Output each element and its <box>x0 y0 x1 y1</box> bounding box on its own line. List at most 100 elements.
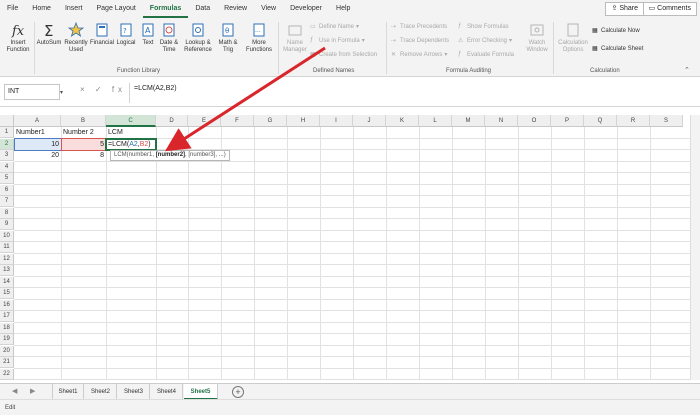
formula-input[interactable]: =LCM(A2,B2) <box>129 83 683 103</box>
collapse-ribbon-icon[interactable]: ⌃ <box>684 66 690 74</box>
financial-button[interactable]: Financial <box>89 22 115 47</box>
tab-help[interactable]: Help <box>329 0 357 18</box>
row-header-20[interactable]: 20 <box>0 345 14 357</box>
row-header-10[interactable]: 10 <box>0 230 14 242</box>
math-trig-button[interactable]: θ Math & Trig <box>214 22 242 54</box>
column-header-o[interactable]: O <box>518 115 551 127</box>
column-header-n[interactable]: N <box>485 115 518 127</box>
chevron-down-icon[interactable]: ▾ <box>60 89 63 96</box>
row-header-18[interactable]: 18 <box>0 322 14 334</box>
name-box[interactable]: INT <box>4 84 60 100</box>
lookup-reference-button[interactable]: Lookup & Reference <box>182 22 214 54</box>
column-header-q[interactable]: Q <box>584 115 617 127</box>
row-header-16[interactable]: 16 <box>0 299 14 311</box>
tab-review[interactable]: Review <box>217 0 254 18</box>
formula-bar-buttons[interactable]: × ✓ fx <box>80 85 126 94</box>
add-sheet-button[interactable]: + <box>232 386 244 398</box>
row-header-19[interactable]: 19 <box>0 334 14 345</box>
recently-used-button[interactable]: Recently Used <box>62 22 90 54</box>
row-header-5[interactable]: 5 <box>0 173 14 184</box>
tab-view[interactable]: View <box>254 0 283 18</box>
sheet-tab-sheet4[interactable]: Sheet4 <box>151 384 183 400</box>
more-functions-button[interactable]: ... More Functions <box>244 22 274 54</box>
autosum-button[interactable]: Σ AutoSum <box>36 22 62 47</box>
comments-button[interactable]: ▭ Comments <box>642 2 697 16</box>
column-header-c[interactable]: C <box>106 115 156 127</box>
tab-formulas[interactable]: Formulas <box>142 0 189 18</box>
next-sheet-icon[interactable]: ▶ <box>30 387 35 395</box>
calculate-sheet-button[interactable]: ▦ Calculate Sheet <box>592 45 643 53</box>
date-time-button[interactable]: Date & Time <box>157 22 181 54</box>
column-header-m[interactable]: M <box>452 115 485 127</box>
sheet-tab-sheet5[interactable]: Sheet5 <box>184 384 218 400</box>
trace-dependents-button[interactable]: ⇢ Trace Dependents <box>391 37 449 45</box>
tab-home[interactable]: Home <box>25 0 58 18</box>
column-header-r[interactable]: R <box>617 115 650 127</box>
row-header-1[interactable]: 1 <box>0 127 14 138</box>
cell-c2[interactable]: =LCM(A2,B2) <box>106 139 176 150</box>
show-formulas-button[interactable]: ƒ Show Formulas <box>458 23 509 30</box>
row-header-8[interactable]: 8 <box>0 207 14 219</box>
row-header-13[interactable]: 13 <box>0 265 14 276</box>
row-header-9[interactable]: 9 <box>0 219 14 230</box>
logical-button[interactable]: ? Logical <box>114 22 138 47</box>
column-header-b[interactable]: B <box>61 115 106 127</box>
row-header-22[interactable]: 22 <box>0 368 14 380</box>
column-header-d[interactable]: D <box>156 115 188 127</box>
tab-page-layout[interactable]: Page Layout <box>89 0 142 18</box>
text-button[interactable]: A Text <box>138 22 158 47</box>
cell-c1[interactable]: LCM <box>106 127 156 138</box>
row-header-14[interactable]: 14 <box>0 276 14 288</box>
evaluate-formula-button[interactable]: ƒ Evaluate Formula <box>458 51 514 58</box>
row-header-4[interactable]: 4 <box>0 161 14 173</box>
share-button[interactable]: ⇪ Share <box>605 2 644 16</box>
row-header-15[interactable]: 15 <box>0 288 14 299</box>
column-header-g[interactable]: G <box>254 115 287 127</box>
create-from-selection-button[interactable]: ▦ Create from Selection <box>310 51 377 59</box>
tab-developer[interactable]: Developer <box>283 0 329 18</box>
row-header-21[interactable]: 21 <box>0 357 14 368</box>
column-header-j[interactable]: J <box>353 115 386 127</box>
cell-a2[interactable]: 10 <box>14 139 61 150</box>
column-header-e[interactable]: E <box>188 115 221 127</box>
row-header-2[interactable]: 2 <box>0 138 14 150</box>
cell-a1[interactable]: Number1 <box>14 127 61 138</box>
trace-precedents-button[interactable]: ⇢ Trace Precedents <box>391 23 447 31</box>
vertical-scrollbar[interactable] <box>690 115 700 380</box>
cell-b1[interactable]: Number 2 <box>61 127 106 138</box>
spreadsheet-grid[interactable]: A B C D E F G H I J K L M N O P Q R S 1 2 3 4 5 6 7 8 9 10 11 12 13 14 15… <box>0 115 690 380</box>
tab-file[interactable]: File <box>0 0 25 18</box>
sheet-tab-sheet1[interactable]: Sheet1 <box>52 384 84 400</box>
column-header-k[interactable]: K <box>386 115 419 127</box>
error-checking-button[interactable]: ⚠ Error Checking ▾ <box>458 37 512 45</box>
row-header-6[interactable]: 6 <box>0 184 14 196</box>
define-name-button[interactable]: ▭ Define Name ▾ <box>310 23 359 31</box>
calculate-now-button[interactable]: ▦ Calculate Now <box>592 27 640 35</box>
column-header-p[interactable]: P <box>551 115 584 127</box>
sheet-tab-sheet2[interactable]: Sheet2 <box>85 384 117 400</box>
row-header-3[interactable]: 3 <box>0 150 14 161</box>
column-header-a[interactable]: A <box>14 115 61 127</box>
use-in-formula-button[interactable]: ƒ Use in Formula ▾ <box>310 37 365 44</box>
cell-a3[interactable]: 20 <box>14 150 61 161</box>
name-manager-button[interactable]: Name Manager <box>281 22 309 54</box>
sheet-tab-sheet3[interactable]: Sheet3 <box>118 384 150 400</box>
select-all-corner[interactable] <box>0 115 14 127</box>
column-header-s[interactable]: S <box>650 115 683 127</box>
watch-window-button[interactable]: Watch Window <box>523 22 551 54</box>
row-header-17[interactable]: 17 <box>0 311 14 322</box>
row-header-11[interactable]: 11 <box>0 242 14 253</box>
calculation-options-button[interactable]: Calculation Options <box>556 22 590 54</box>
column-header-i[interactable]: I <box>320 115 353 127</box>
insert-function-button[interactable]: fx Insert Function <box>3 22 33 54</box>
column-header-l[interactable]: L <box>419 115 452 127</box>
cell-b3[interactable]: 8 <box>61 150 106 161</box>
row-header-7[interactable]: 7 <box>0 196 14 207</box>
cell-b2[interactable]: 5 <box>61 139 106 150</box>
row-header-12[interactable]: 12 <box>0 253 14 265</box>
remove-arrows-button[interactable]: ✕ Remove Arrows ▾ <box>391 51 447 59</box>
tab-data[interactable]: Data <box>188 0 217 18</box>
tab-insert[interactable]: Insert <box>58 0 90 18</box>
column-header-f[interactable]: F <box>221 115 254 127</box>
column-header-h[interactable]: H <box>287 115 320 127</box>
